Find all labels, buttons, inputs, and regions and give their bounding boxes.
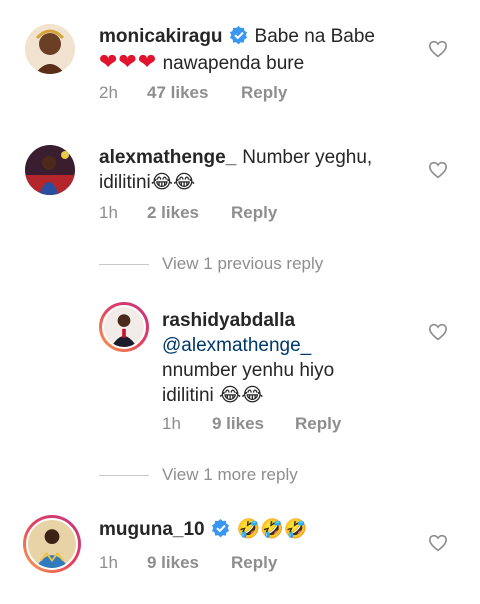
username[interactable]: monicakiragu — [99, 26, 223, 47]
timestamp: 2h — [99, 83, 118, 102]
timestamp: 1h — [162, 414, 181, 433]
like-heart-icon[interactable] — [428, 161, 448, 179]
likes-count[interactable]: 9 likes — [147, 553, 231, 573]
rolling-laughing-emojis: 🤣🤣🤣 — [236, 518, 308, 540]
comment-body: rashidyabdalla @alexmathenge_ nnumber ye… — [162, 308, 422, 408]
comment-meta: 1h 9 likes Reply — [99, 553, 277, 573]
red-heart-emojis: ❤❤❤ — [99, 49, 158, 74]
like-heart-icon[interactable] — [428, 323, 448, 341]
likes-count[interactable]: 47 likes — [147, 83, 241, 103]
avatar-inner — [26, 518, 78, 570]
likes-count[interactable]: 9 likes — [212, 414, 295, 434]
avatar-image — [25, 145, 75, 195]
avatar-alexmathenge[interactable] — [25, 145, 75, 195]
comment-meta: 1h 2 likes Reply — [99, 203, 277, 223]
comment-meta: 1h 9 likes Reply — [162, 414, 341, 434]
comment-text: nnumber yenhu hiyo — [162, 360, 335, 381]
view-more-reply-link[interactable]: View 1 more reply — [162, 465, 298, 485]
like-heart-icon[interactable] — [428, 40, 448, 58]
timestamp: 1h — [99, 553, 118, 572]
verified-badge-icon — [211, 518, 229, 538]
like-heart-icon[interactable] — [428, 534, 448, 552]
view-previous-replies[interactable]: View 1 previous reply — [0, 254, 480, 278]
comment-body: muguna_10 🤣🤣🤣 — [99, 517, 429, 542]
comment-body: monicakiragu Babe na Babe ❤❤❤ nawapenda b… — [99, 24, 429, 76]
reply-button[interactable]: Reply — [241, 83, 287, 103]
reply-button[interactable]: Reply — [231, 553, 277, 573]
view-more-replies[interactable]: View 1 more reply — [0, 465, 480, 489]
divider-line — [99, 264, 149, 265]
avatar-image — [104, 307, 144, 347]
comment-text: idilitini — [162, 385, 214, 406]
view-previous-reply-link[interactable]: View 1 previous reply — [162, 254, 323, 274]
avatar-muguna10[interactable] — [23, 515, 81, 573]
comment-text: idilitini — [99, 172, 151, 193]
likes-count[interactable]: 2 likes — [147, 203, 231, 223]
avatar-rashidyabdalla[interactable] — [99, 302, 149, 352]
mention-link[interactable]: @alexmathenge_ — [162, 335, 311, 356]
username[interactable]: rashidyabdalla — [162, 310, 295, 331]
reply-button[interactable]: Reply — [295, 414, 341, 434]
laughing-emojis: 😂😂 — [150, 171, 196, 193]
timestamp: 1h — [99, 203, 118, 222]
avatar-monicakiragu[interactable] — [25, 24, 75, 74]
comment-text: Number yeghu, — [242, 147, 373, 168]
comment-text: Babe na Babe — [254, 26, 375, 47]
comment-text: nawapenda bure — [162, 53, 305, 74]
avatar-inner — [102, 305, 146, 349]
avatar-image — [28, 520, 76, 568]
comment-body: alexmathenge_ Number yeghu, idilitini😂😂 — [99, 145, 429, 195]
comment-meta: 2h 47 likes Reply — [99, 83, 287, 103]
laughing-emojis: 😂😂 — [219, 384, 264, 406]
divider-line — [99, 475, 149, 476]
verified-badge-icon — [229, 25, 247, 45]
reply-button[interactable]: Reply — [231, 203, 277, 223]
username[interactable]: muguna_10 — [99, 519, 205, 540]
avatar-image — [25, 24, 75, 74]
username[interactable]: alexmathenge_ — [99, 147, 236, 168]
